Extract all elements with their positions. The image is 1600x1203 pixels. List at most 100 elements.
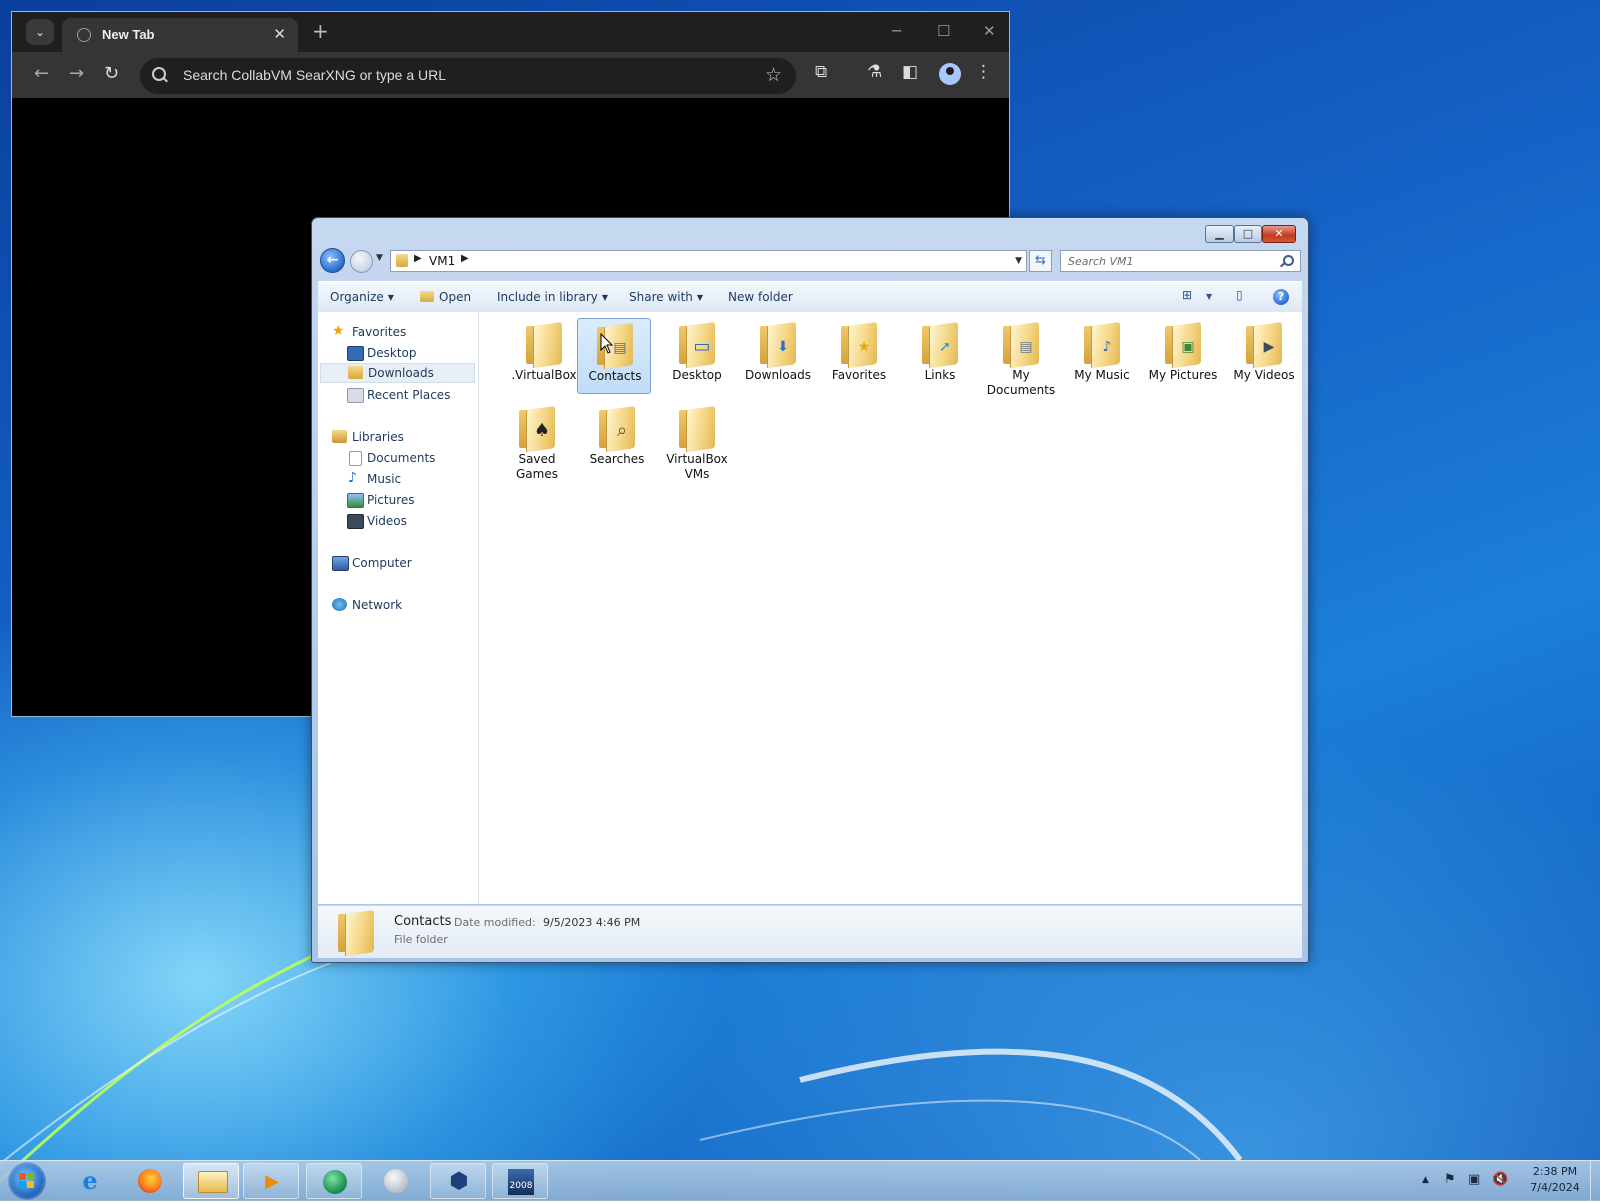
tab-close-icon[interactable]: ✕ — [273, 25, 286, 43]
folder-item-links[interactable]: ➚ Links — [900, 318, 980, 394]
view-dropdown-icon[interactable]: ▼ — [1206, 292, 1212, 301]
nav-music[interactable]: ♪ Music — [318, 469, 478, 489]
taskbar-firefox[interactable] — [122, 1163, 178, 1199]
nav-desktop[interactable]: Desktop — [318, 343, 478, 363]
folder-item-my-music[interactable]: ♪ My Music — [1062, 318, 1142, 394]
omnibox-placeholder: Search CollabVM SearXNG or type a URL — [183, 67, 446, 83]
share-with-button[interactable]: Share with ▼ — [629, 290, 703, 304]
address-bar[interactable]: ▶ VM1 ▶ ▼ — [390, 250, 1027, 272]
nav-videos[interactable]: Videos — [318, 511, 478, 531]
show-desktop-button[interactable] — [1590, 1161, 1600, 1201]
open-folder-icon — [420, 291, 434, 302]
explorer-maximize-button[interactable]: □ — [1234, 225, 1262, 243]
folder-item-desktop[interactable]: ▭ Desktop — [657, 318, 737, 394]
folder-label: VirtualBox VMs — [666, 452, 728, 481]
address-dropdown-icon[interactable]: ▼ — [1015, 256, 1022, 266]
nav-network-label: Network — [352, 598, 403, 612]
nav-computer[interactable]: Computer — [318, 553, 478, 573]
taskbar-internet-explorer[interactable]: e — [62, 1163, 118, 1199]
forward-arrow-icon[interactable]: → — [69, 63, 84, 84]
folder-item-virtualbox-vms[interactable]: VirtualBox VMs — [657, 402, 737, 481]
labs-flask-icon[interactable]: ⚗ — [867, 62, 882, 82]
nav-recent-places[interactable]: Recent Places — [318, 385, 478, 405]
preview-pane-icon[interactable]: ▯ — [1236, 288, 1243, 302]
omnibox[interactable]: Search CollabVM SearXNG or type a URL ☆ — [140, 58, 796, 94]
nav-pictures[interactable]: Pictures — [318, 490, 478, 510]
help-icon[interactable]: ? — [1273, 289, 1289, 305]
new-tab-button[interactable]: + — [312, 21, 329, 41]
new-folder-button[interactable]: New folder — [728, 290, 793, 304]
folder-label: Desktop — [672, 368, 722, 382]
bookmark-star-icon[interactable]: ☆ — [765, 64, 782, 86]
action-center-flag-icon[interactable]: ⚑ — [1444, 1172, 1456, 1187]
include-in-library-label: Include in library — [497, 290, 598, 304]
nav-music-label: Music — [367, 472, 402, 486]
explorer-close-button[interactable]: ✕ — [1262, 225, 1296, 243]
change-view-icon[interactable]: ⊞ — [1182, 288, 1192, 302]
folder-label: .VirtualBox — [511, 368, 577, 382]
searches-folder-icon: ⌕ — [599, 406, 635, 452]
nav-network[interactable]: Network — [318, 595, 478, 615]
open-button[interactable]: Open — [420, 290, 471, 304]
recent-pages-dropdown-icon[interactable]: ▼ — [376, 253, 383, 263]
folder-item-saved-games[interactable]: ♠ Saved Games — [497, 402, 577, 481]
back-arrow-icon[interactable]: ← — [320, 248, 345, 273]
organize-button[interactable]: Organize ▼ — [330, 290, 394, 304]
folder-label: My Music — [1074, 368, 1130, 382]
include-in-library-button[interactable]: Include in library ▼ — [497, 290, 608, 304]
taskbar-server-2008[interactable]: 2008 — [492, 1163, 548, 1199]
folder-label: Saved Games — [516, 452, 558, 481]
firefox-icon — [136, 1168, 164, 1194]
nav-downloads[interactable]: Downloads — [320, 363, 475, 383]
browser-close-button[interactable]: ✕ — [983, 22, 996, 40]
browser-tab[interactable]: New Tab ✕ — [62, 18, 298, 52]
network-icon — [332, 598, 347, 611]
computer-icon — [332, 556, 349, 571]
profile-avatar-icon[interactable] — [939, 63, 961, 85]
folder-item-virtualbox-hidden[interactable]: .VirtualBox — [504, 318, 584, 394]
browser-menu-icon[interactable]: ⋮ — [975, 62, 992, 82]
folder-item-downloads[interactable]: ⬇ Downloads — [738, 318, 818, 394]
chat-bubble-icon — [321, 1169, 349, 1195]
breadcrumb-vm1[interactable]: VM1 — [429, 254, 455, 268]
search-input[interactable] — [1061, 251, 1271, 271]
clock[interactable]: 2:38 PM 7/4/2024 — [1520, 1164, 1590, 1196]
tab-search-button[interactable]: ⌄ — [26, 19, 54, 45]
search-icon[interactable] — [1283, 255, 1294, 266]
music-note-icon: ♪ — [348, 470, 357, 486]
breadcrumb-separator-icon[interactable]: ▶ — [461, 253, 469, 264]
side-panel-icon[interactable]: ◧ — [902, 62, 918, 82]
breadcrumb-separator-icon[interactable]: ▶ — [414, 253, 422, 264]
browser-maximize-button[interactable]: ☐ — [937, 22, 950, 40]
taskbar-windows-explorer[interactable] — [183, 1163, 239, 1199]
reload-icon[interactable]: ↻ — [104, 63, 119, 84]
back-arrow-icon[interactable]: ← — [34, 63, 49, 84]
volume-muted-icon[interactable]: 🔇 — [1492, 1172, 1508, 1187]
nav-favorites[interactable]: ★ Favorites — [318, 322, 478, 342]
nav-libraries[interactable]: Libraries — [318, 427, 478, 447]
taskbar-media-player[interactable]: ▶ — [243, 1163, 299, 1199]
nav-documents[interactable]: Documents — [318, 448, 478, 468]
tray-expand-icon[interactable]: ▲ — [1422, 1175, 1429, 1185]
forward-arrow-icon[interactable] — [350, 250, 373, 273]
folder-icon — [526, 322, 562, 368]
folder-label: My Pictures — [1148, 368, 1218, 382]
folder-item-favorites[interactable]: ★ Favorites — [819, 318, 899, 394]
favorites-folder-icon: ★ — [841, 322, 877, 368]
folder-item-searches[interactable]: ⌕ Searches — [577, 402, 657, 478]
start-button[interactable] — [8, 1162, 46, 1200]
folder-item-my-videos[interactable]: ▶ My Videos — [1224, 318, 1304, 394]
taskbar-virtualbox[interactable]: ⬢ — [430, 1163, 486, 1199]
folder-item-contacts[interactable]: ▤ Contacts — [577, 318, 651, 394]
network-tray-icon[interactable]: ▣ — [1468, 1172, 1480, 1187]
search-box[interactable] — [1060, 250, 1301, 272]
explorer-minimize-button[interactable]: ▁ — [1205, 225, 1234, 243]
browser-minimize-button[interactable]: ─ — [892, 22, 901, 40]
refresh-icon[interactable]: ⇆ — [1029, 250, 1052, 272]
taskbar-unknown-app[interactable] — [368, 1163, 424, 1199]
folder-item-my-pictures[interactable]: ▣ My Pictures — [1143, 318, 1223, 394]
browser-titlebar: ⌄ New Tab ✕ + ─ ☐ ✕ — [12, 12, 1009, 52]
taskbar-collabvm-client[interactable] — [306, 1163, 362, 1199]
extensions-icon[interactable]: ⧉ — [815, 62, 827, 82]
folder-item-my-documents[interactable]: ▤ My Documents — [981, 318, 1061, 397]
